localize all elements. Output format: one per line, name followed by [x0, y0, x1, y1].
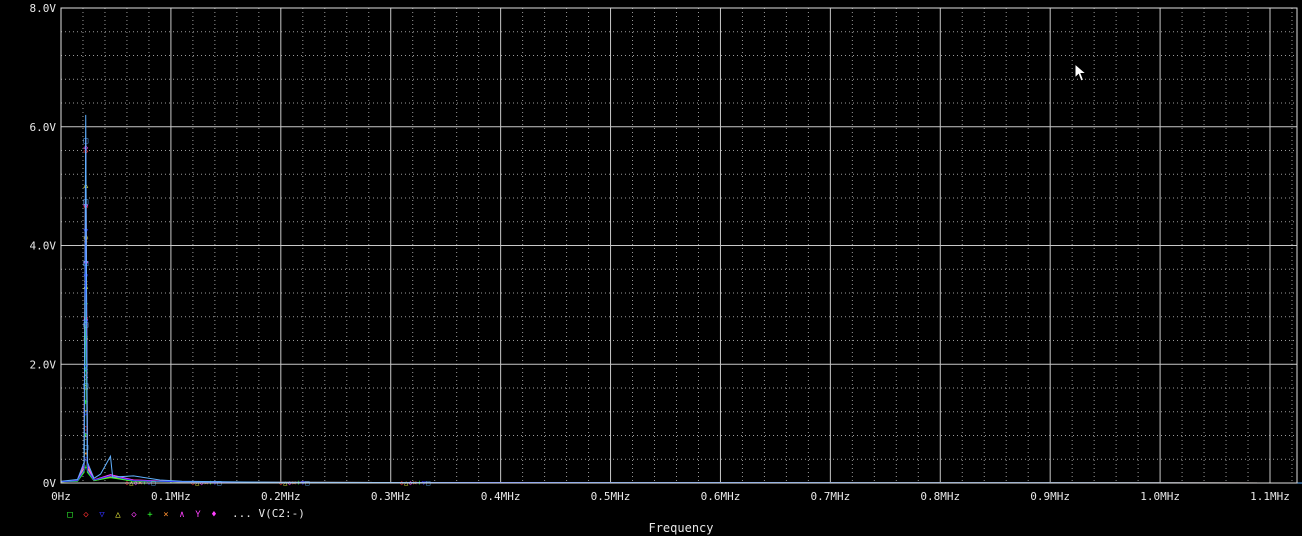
x-tick-label: 0.1MHz [151, 490, 191, 503]
legend-marker: ♦ [211, 510, 216, 520]
series-line [60, 138, 1302, 484]
x-tick-label: 1.1MHz [1250, 490, 1290, 503]
y-tick-label: 6.0V [30, 121, 57, 134]
y-tick-label: 8.0V [30, 2, 57, 15]
x-tick-label: 0.5MHz [591, 490, 631, 503]
grid [60, 7, 1297, 484]
x-tick-label: 0.9MHz [1030, 490, 1070, 503]
legend-marker: □ [67, 510, 73, 520]
y-tick-label: 0V [43, 477, 57, 490]
legend-marker: ▽ [99, 510, 105, 520]
x-tick-label: 0.2MHz [261, 490, 301, 503]
legend-marker: × [163, 510, 168, 520]
axes: 0Hz 0.1MHz 0.2MHz 0.3MHz 0.4MHz 0.5MHz 0.6MHz 0… [30, 2, 1298, 503]
series-marker: + [83, 332, 88, 341]
legend-label: ... V(C2:-) [232, 507, 305, 520]
series-line [60, 180, 1302, 484]
mouse-pointer-icon [1074, 63, 1088, 82]
x-tick-label: 0.4MHz [481, 490, 521, 503]
series-marker: □ [83, 136, 88, 145]
series-line [60, 114, 1302, 484]
x-tick-label: 0.8MHz [920, 490, 960, 503]
series-marker: □ [83, 259, 88, 268]
series-marker: ▽ [83, 272, 88, 281]
x-tick-label: 0Hz [51, 490, 71, 503]
x-axis-title: Frequency [648, 521, 713, 535]
legend-marker: ◇ [83, 510, 89, 520]
legend-marker: △ [115, 510, 121, 520]
x-tick-label: 0.6MHz [701, 490, 741, 503]
x-tick-label: 0.7MHz [810, 490, 850, 503]
y-tick-label: 2.0V [30, 358, 57, 371]
series-marker: □ [83, 320, 88, 329]
series-marker: □ [83, 381, 88, 390]
series-marker: □ [83, 197, 88, 206]
series-marker: □ [83, 443, 88, 452]
series-line [60, 209, 1302, 484]
fft-plot[interactable]: ◇◇◇◇◇◇◇ ◇ ◇ ◇△△△△△△△ △ △ △◇◇◇◇◇◇◇ ◇ ◇ ◇××××××× × × ×… [0, 0, 1302, 536]
legend-marker: + [147, 510, 153, 520]
legend-marker: ◇ [131, 510, 137, 520]
probe-window: ◇ ◇ ◇ ◇ ◇ ◇ ◇ ◇ ◇ ◇ △ △ △ △ △ △ △ △ △ △ ◇ ◇ ◇ ◇ ◇ ◇ ◇ ◇ ◇ ◇ × × × × × × × × × ×… [0, 0, 1302, 536]
legend-marker: ∧ [179, 510, 184, 520]
x-tick-label: 0.3MHz [371, 490, 411, 503]
legend-marker: Y [195, 510, 201, 520]
legend: □ ◇ ▽ △ ◇ + × ∧ Y ♦ ... V(C2:-) [67, 507, 305, 520]
y-tick-label: 4.0V [30, 240, 57, 253]
x-tick-label: 1.0MHz [1140, 490, 1180, 503]
